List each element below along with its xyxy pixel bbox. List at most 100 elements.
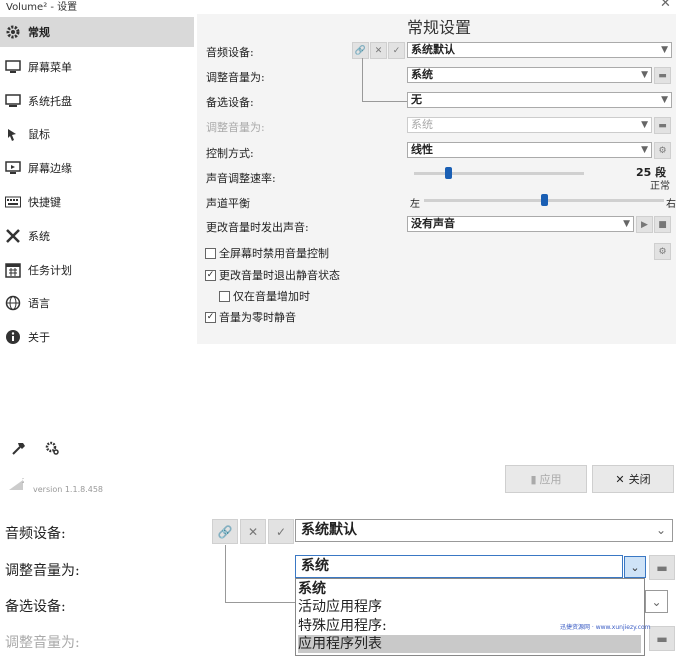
mute-icon[interactable]: ✕ <box>370 42 387 59</box>
checkbox-box: ✓ <box>205 269 216 281</box>
sound-on-change-label: 更改音量时发出声音: <box>206 221 309 234</box>
checkbox-box: ✓ <box>205 311 216 323</box>
adjust-volume-value: 系统 <box>411 68 433 81</box>
dropdown-list: 系统 活动应用程序 特殊应用程序: 应用程序列表 <box>295 578 645 656</box>
checkbox-mute-at-zero[interactable]: ✓ 音量为零时静音 <box>205 309 296 325</box>
speed-slider-thumb[interactable] <box>445 167 452 179</box>
dropdown-option[interactable]: 系统 <box>298 580 641 598</box>
zoom-audio-device-value: 系统默认 <box>301 522 357 538</box>
settings-gear-icon[interactable] <box>44 440 60 460</box>
sound-on-change-value: 没有声音 <box>411 217 455 230</box>
close-icon[interactable]: ✕ <box>660 0 671 11</box>
zoom-folder-icon[interactable]: ▬ <box>649 626 675 651</box>
globe-icon <box>4 294 22 312</box>
chevron-down-icon: ▼ <box>641 120 648 130</box>
title-bar: Volume² - 设置 ✕ <box>0 0 676 14</box>
zoom-mute-icon[interactable]: ✕ <box>240 519 266 544</box>
hammer-icon[interactable] <box>11 440 27 460</box>
watermark: 迅捷资源网 · www.xunjiezy.com <box>560 624 651 631</box>
page-title: 常规设置 <box>407 18 472 37</box>
speed-slider-track[interactable] <box>414 172 584 175</box>
sidebar-item-label: 屏幕菜单 <box>28 61 72 74</box>
keyboard-icon <box>4 193 22 211</box>
svg-text:2: 2 <box>22 478 24 485</box>
balance-label: 声道平衡 <box>206 197 250 210</box>
zoom-check-icon[interactable]: ✓ <box>268 519 294 544</box>
backup-device-select[interactable]: 无 ▼ <box>407 92 672 108</box>
connector-line <box>362 58 363 102</box>
apply-label: 应用 <box>539 473 562 486</box>
play-icon[interactable]: ▶ <box>636 216 653 233</box>
checkbox-label: 更改音量时退出静音状态 <box>219 269 340 282</box>
dropdown-option[interactable]: 活动应用程序 <box>298 598 641 616</box>
checkbox-box <box>219 290 230 302</box>
backup-device-value: 无 <box>411 93 422 106</box>
balance-slider-thumb[interactable] <box>541 194 548 206</box>
sidebar-item-about[interactable]: 关于 <box>0 322 194 352</box>
sidebar-item-label: 快捷键 <box>28 196 61 209</box>
checkbox-label: 仅在音量增加时 <box>233 290 310 303</box>
balance-left: 左 <box>410 199 420 210</box>
link-icon[interactable]: 🔗 <box>352 42 369 59</box>
checkbox-fullscreen-disable[interactable]: 全屏幕时禁用音量控制 <box>205 245 329 261</box>
sidebar-item-label: 屏幕边缘 <box>28 162 72 175</box>
sidebar-item-mouse[interactable]: 鼠标 <box>0 119 194 149</box>
chevron-down-icon: ▼ <box>661 95 668 105</box>
apply-button[interactable]: ▮ 应用 <box>505 465 587 493</box>
chevron-down-icon[interactable]: ⌄ <box>645 590 668 613</box>
chevron-down-icon: ▼ <box>641 145 648 155</box>
zoom-connector-line <box>225 545 226 603</box>
sound-on-change-select[interactable]: 没有声音 ▼ <box>407 216 634 232</box>
sidebar-item-label: 系统 <box>28 230 50 243</box>
speed-sub: 正常 <box>650 181 670 192</box>
logo-icon: 2 <box>8 476 26 495</box>
connector-line <box>362 101 407 102</box>
zoom-adjust-select[interactable]: 系统 <box>295 555 623 578</box>
adjust-volume-select[interactable]: 系统 ▼ <box>407 67 652 83</box>
audio-device-value: 系统默认 <box>411 43 455 56</box>
zoom-audio-device-select[interactable]: 系统默认 ⌄ <box>295 519 673 542</box>
dropdown-option-selected[interactable]: 应用程序列表 <box>298 635 641 653</box>
checkbox-label: 全屏幕时禁用音量控制 <box>219 247 329 260</box>
gear-icon[interactable]: ⚙ <box>654 243 671 260</box>
sidebar-item-screen-edge[interactable]: 屏幕边缘 <box>0 153 194 183</box>
sidebar-item-label: 鼠标 <box>28 128 50 141</box>
zoom-backup-label: 备选设备: <box>5 599 66 615</box>
screen-edge-icon <box>4 159 22 177</box>
folder-icon[interactable]: ▬ <box>654 117 671 134</box>
apply-icon: ▮ <box>530 472 537 486</box>
sidebar-item-system[interactable]: 系统 <box>0 221 194 251</box>
zoom-link-icon[interactable]: 🔗 <box>212 519 238 544</box>
audio-device-select[interactable]: 系统默认 ▼ <box>407 42 672 58</box>
chevron-down-icon: ▼ <box>623 219 630 229</box>
chevron-down-icon: ⌄ <box>655 523 666 537</box>
chevron-down-icon: ▼ <box>661 45 668 55</box>
adjust-volume2-select[interactable]: 系统 ▼ <box>407 117 652 133</box>
sidebar-item-schedule[interactable]: 任务计划 <box>0 255 194 285</box>
sidebar-item-hotkeys[interactable]: 快捷键 <box>0 187 194 217</box>
control-mode-select[interactable]: 线性 ▼ <box>407 142 652 158</box>
sidebar-item-label: 任务计划 <box>28 264 72 277</box>
audio-device-label: 音频设备: <box>206 46 254 59</box>
zoom-folder-icon[interactable]: ▬ <box>649 555 675 580</box>
chevron-down-icon: ▼ <box>641 70 648 80</box>
chevron-down-icon[interactable]: ⌄ <box>624 556 646 578</box>
check-icon[interactable]: ✓ <box>388 42 405 59</box>
sidebar-item-screen-menu[interactable]: 屏幕菜单 <box>0 52 194 82</box>
close-button[interactable]: ✕ 关闭 <box>592 465 674 493</box>
sidebar-item-language[interactable]: 语言 <box>0 288 194 318</box>
folder-icon[interactable]: ▬ <box>654 67 671 84</box>
checkbox-unmute-on-change[interactable]: ✓ 更改音量时退出静音状态 <box>205 267 340 283</box>
tray-icon <box>4 92 22 110</box>
sidebar-item-tray[interactable]: 系统托盘 <box>0 86 194 116</box>
gear-icon <box>4 23 22 41</box>
gear-icon[interactable]: ⚙ <box>654 142 671 159</box>
control-mode-value: 线性 <box>411 143 433 156</box>
sidebar-item-general[interactable]: 常规 <box>0 17 194 47</box>
sidebar: 常规 屏幕菜单 系统托盘 鼠标 屏幕边缘 快捷键 系统 任务计划 语言 关于 <box>0 14 195 344</box>
zoom-adjust-value: 系统 <box>301 558 329 574</box>
stop-icon[interactable]: ■ <box>654 216 671 233</box>
zoom-connector-line <box>225 602 295 603</box>
balance-right: 右 <box>666 199 676 210</box>
checkbox-only-increase[interactable]: 仅在音量增加时 <box>219 288 310 304</box>
